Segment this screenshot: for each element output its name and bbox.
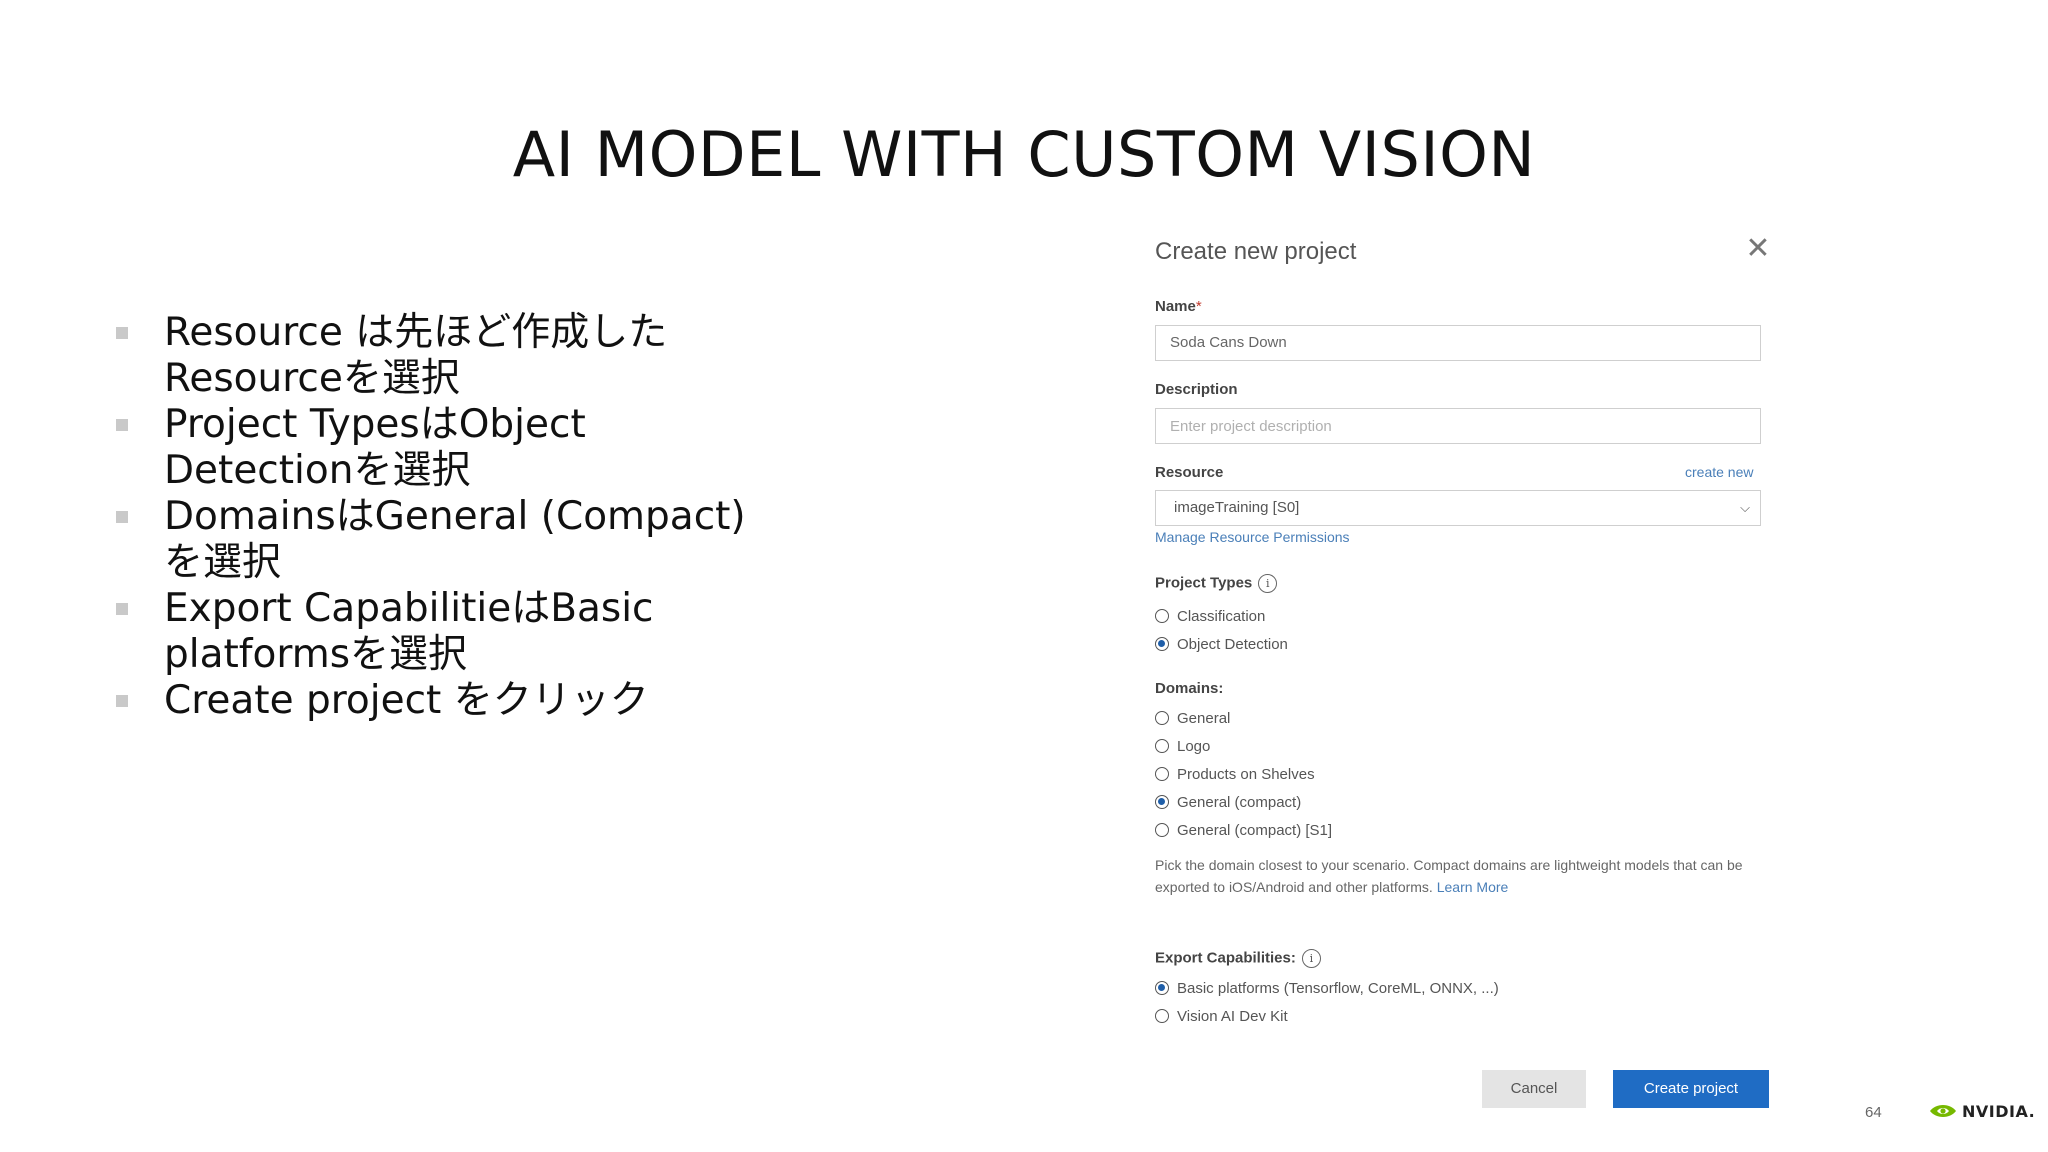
radio-label: General (compact): [1177, 793, 1302, 811]
radio-domain-general[interactable]: General: [1155, 708, 1230, 728]
radio-vision-ai-dev-kit[interactable]: Vision AI Dev Kit: [1155, 1006, 1288, 1026]
radio-label: Logo: [1177, 737, 1211, 755]
bullet-list: Resource は先ほど作成した Resourceを選択 Project Ty…: [110, 310, 810, 724]
radio-button-icon[interactable]: [1155, 711, 1169, 725]
radio-label: Object Detection: [1177, 635, 1288, 653]
radio-button-checked-icon[interactable]: [1155, 637, 1169, 651]
bullet-square-icon: [116, 695, 128, 707]
resource-select[interactable]: imageTraining [S0] ⌵: [1155, 490, 1761, 526]
radio-label: Products on Shelves: [1177, 765, 1315, 783]
create-new-link[interactable]: create new: [1685, 464, 1753, 480]
export-capabilities-label: Export Capabilities: i: [1155, 949, 1321, 968]
bullet-line: Project TypesはObject: [164, 402, 586, 447]
description-label: Description: [1155, 381, 1238, 398]
bullet-item: Project TypesはObject Detectionを選択: [110, 402, 810, 494]
radio-label: Vision AI Dev Kit: [1177, 1007, 1288, 1025]
logo-text: NVIDIA.: [1962, 1101, 2036, 1121]
info-icon[interactable]: i: [1301, 949, 1321, 968]
bullet-line: platformsを選択: [164, 632, 468, 677]
radio-button-checked-icon[interactable]: [1155, 795, 1169, 809]
radio-button-icon[interactable]: [1155, 823, 1169, 837]
radio-domain-general-compact[interactable]: General (compact): [1155, 792, 1301, 812]
dialog-title: Create new project: [1155, 238, 1357, 265]
page-number: 64: [1865, 1104, 1882, 1121]
radio-domain-logo[interactable]: Logo: [1155, 736, 1210, 756]
bullet-item: Resource は先ほど作成した Resourceを選択: [110, 310, 810, 402]
bullet-line: Resourceを選択: [164, 356, 460, 401]
radio-button-checked-icon[interactable]: [1155, 981, 1169, 995]
radio-button-icon[interactable]: [1155, 609, 1169, 623]
radio-button-icon[interactable]: [1155, 1009, 1169, 1023]
learn-more-link[interactable]: Learn More: [1437, 879, 1509, 895]
bullet-square-icon: [116, 603, 128, 615]
domain-help-text: Pick the domain closest to your scenario…: [1155, 857, 1743, 895]
radio-label: General (compact) [S1]: [1177, 821, 1333, 839]
bullet-item: Create project をクリック: [110, 678, 810, 724]
info-icon[interactable]: i: [1258, 574, 1278, 593]
radio-classification[interactable]: Classification: [1155, 606, 1265, 626]
bullet-line: Export CapabilitieはBasic: [164, 586, 654, 631]
required-mark: *: [1195, 298, 1202, 315]
radio-object-detection[interactable]: Object Detection: [1155, 634, 1288, 654]
bullet-line: Create project をクリック: [164, 678, 649, 723]
close-icon[interactable]: ✕: [1743, 234, 1773, 264]
manage-resource-permissions-link[interactable]: Manage Resource Permissions: [1155, 529, 1350, 545]
bullet-line: Resource は先ほど作成した: [164, 310, 668, 355]
name-label: Name*: [1155, 298, 1202, 315]
bullet-line: DomainsはGeneral (Compact): [164, 494, 746, 539]
nvidia-logo: NVIDIA.: [1928, 1098, 2035, 1124]
slide-title: AI MODEL WITH CUSTOM VISION: [512, 118, 1536, 191]
create-project-dialog: Create new project ✕ Name* Soda Cans Dow…: [1135, 222, 1795, 1152]
name-input[interactable]: Soda Cans Down: [1155, 325, 1761, 361]
bullet-item: Export CapabilitieはBasic platformsを選択: [110, 586, 810, 678]
bullet-line: Detectionを選択: [164, 448, 471, 493]
radio-label: Basic platforms (Tensorflow, CoreML, ONN…: [1177, 979, 1499, 997]
bullet-line: を選択: [164, 540, 282, 585]
cancel-button[interactable]: Cancel: [1482, 1070, 1586, 1108]
resource-label: Resource: [1155, 464, 1224, 481]
radio-basic-platforms[interactable]: Basic platforms (Tensorflow, CoreML, ONN…: [1155, 978, 1499, 998]
radio-domain-products-on-shelves[interactable]: Products on Shelves: [1155, 764, 1315, 784]
nvidia-logo-icon: [1930, 1105, 1956, 1117]
bullet-square-icon: [116, 327, 128, 339]
radio-button-icon[interactable]: [1155, 767, 1169, 781]
bullet-square-icon: [116, 511, 128, 523]
description-input[interactable]: [1155, 408, 1761, 444]
create-project-button[interactable]: Create project: [1613, 1070, 1769, 1108]
resource-selected-value: imageTraining [S0]: [1174, 499, 1300, 516]
radio-domain-general-compact-s1[interactable]: General (compact) [S1]: [1155, 820, 1332, 840]
chevron-down-icon: ⌵: [1740, 500, 1750, 515]
radio-button-icon[interactable]: [1155, 739, 1169, 753]
project-types-label: Project Types i: [1155, 574, 1278, 593]
bullet-square-icon: [116, 419, 128, 431]
radio-label: Classification: [1177, 607, 1266, 625]
radio-label: General: [1177, 709, 1231, 727]
bullet-item: DomainsはGeneral (Compact) を選択: [110, 494, 810, 586]
domains-label: Domains:: [1155, 680, 1224, 697]
